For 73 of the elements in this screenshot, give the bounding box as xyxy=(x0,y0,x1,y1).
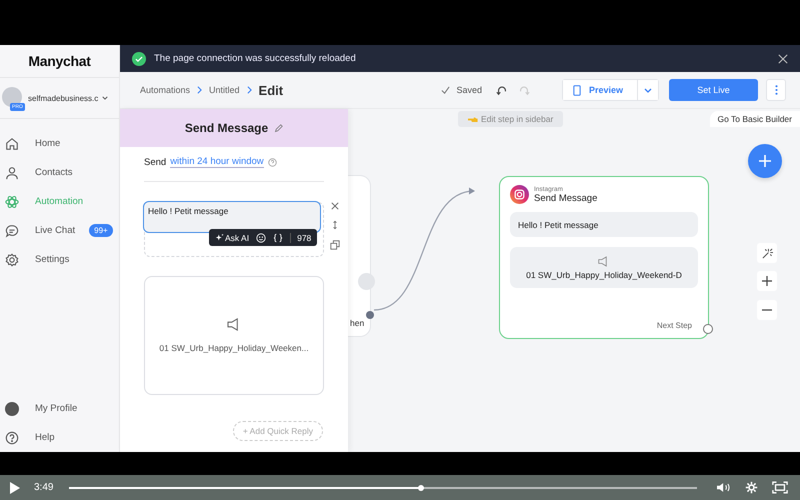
character-count: 978 xyxy=(290,232,312,242)
nav-item[interactable]: Help xyxy=(0,423,119,452)
notification-text: The page connection was successfully reloaded xyxy=(154,53,357,64)
nav-item[interactable]: Home xyxy=(0,129,119,158)
flow-node[interactable]: hen xyxy=(348,176,370,336)
close-icon[interactable] xyxy=(778,54,788,64)
audio-card[interactable]: 01 SW_Urb_Happy_Holiday_Weeken... xyxy=(144,276,324,395)
volume-icon[interactable] xyxy=(717,482,731,493)
node-label: hen xyxy=(350,318,364,328)
set-live-button[interactable]: Set Live xyxy=(669,79,758,101)
play-icon[interactable] xyxy=(10,482,20,494)
nav-item[interactable]: Live Chat 99+ xyxy=(0,216,119,245)
variable-icon[interactable] xyxy=(273,232,284,242)
preview-button[interactable]: Preview xyxy=(562,80,638,100)
panel-title: Send Message xyxy=(184,121,268,135)
count-badge: 99+ xyxy=(89,224,113,237)
send-label: Send xyxy=(144,156,166,168)
avatar-icon xyxy=(5,402,19,416)
fullscreen-icon[interactable] xyxy=(772,481,788,494)
magic-wand-button[interactable] xyxy=(757,243,777,263)
tooltip: Go To Basic Builder xyxy=(710,111,800,127)
chevron-icon xyxy=(246,86,252,94)
help-icon[interactable] xyxy=(268,158,277,166)
nav-item[interactable]: Contacts xyxy=(0,158,119,187)
pointing-hand-icon xyxy=(468,116,478,122)
chevron-icon xyxy=(197,86,202,94)
pencil-icon[interactable] xyxy=(274,124,284,132)
chat-icon xyxy=(5,224,19,238)
undo-icon[interactable] xyxy=(496,84,508,96)
emoji-icon[interactable] xyxy=(256,232,266,242)
settings-icon[interactable] xyxy=(745,481,758,494)
home-icon xyxy=(5,136,19,150)
plus-icon xyxy=(758,154,772,168)
settings-icon xyxy=(5,252,19,266)
check-icon xyxy=(132,52,146,66)
caret-icon[interactable] xyxy=(102,96,108,100)
zoom-in-button[interactable] xyxy=(757,271,777,291)
zoom-out-button[interactable] xyxy=(757,300,777,320)
logo: Manychat xyxy=(0,45,119,78)
drag-handle-icon[interactable] xyxy=(332,220,338,230)
hint-text: Edit step in sidebar xyxy=(481,114,554,124)
next-step-label: Next Step xyxy=(656,321,692,330)
ask-ai-button[interactable]: Ask AI xyxy=(215,232,250,242)
nav-item[interactable]: Settings xyxy=(0,245,119,274)
breadcrumb-item[interactable]: Automations xyxy=(140,85,190,95)
breadcrumb-item[interactable]: Untitled xyxy=(209,85,240,95)
message-field[interactable]: Hello ! Petit message xyxy=(143,201,321,233)
audio-file-name: 01 SW_Urb_Happy_Holiday_Weeken... xyxy=(159,343,309,353)
window-link[interactable]: within 24 hour window xyxy=(170,156,264,168)
caret-icon xyxy=(644,88,652,92)
close-icon[interactable] xyxy=(331,202,339,210)
breadcrumb-item: Edit xyxy=(258,82,284,98)
more-icon xyxy=(774,84,778,96)
output-port[interactable] xyxy=(703,324,713,334)
duplicate-icon[interactable] xyxy=(330,240,340,250)
plus-icon xyxy=(762,276,772,286)
sparkle-icon xyxy=(215,233,224,242)
output-port[interactable] xyxy=(366,311,374,319)
phone-icon xyxy=(572,84,581,96)
instagram-icon xyxy=(510,185,529,204)
nav-item[interactable]: My Profile xyxy=(0,394,119,423)
node-title: Send Message xyxy=(534,192,598,204)
video-time: 3:49 xyxy=(34,482,54,493)
account-name[interactable]: selfmadebusiness.c xyxy=(28,94,98,102)
check-icon xyxy=(441,86,450,94)
magic-wand-icon xyxy=(762,248,772,258)
help-icon xyxy=(5,430,19,444)
person-icon xyxy=(5,166,19,180)
add-button[interactable] xyxy=(748,144,782,178)
audio-file-name: 01 SW_Urb_Happy_Holiday_Weekend-D xyxy=(526,270,682,280)
atom-icon xyxy=(5,194,19,208)
saved-status: Saved xyxy=(456,85,482,95)
message-bubble: Hello ! Petit message xyxy=(510,212,698,237)
